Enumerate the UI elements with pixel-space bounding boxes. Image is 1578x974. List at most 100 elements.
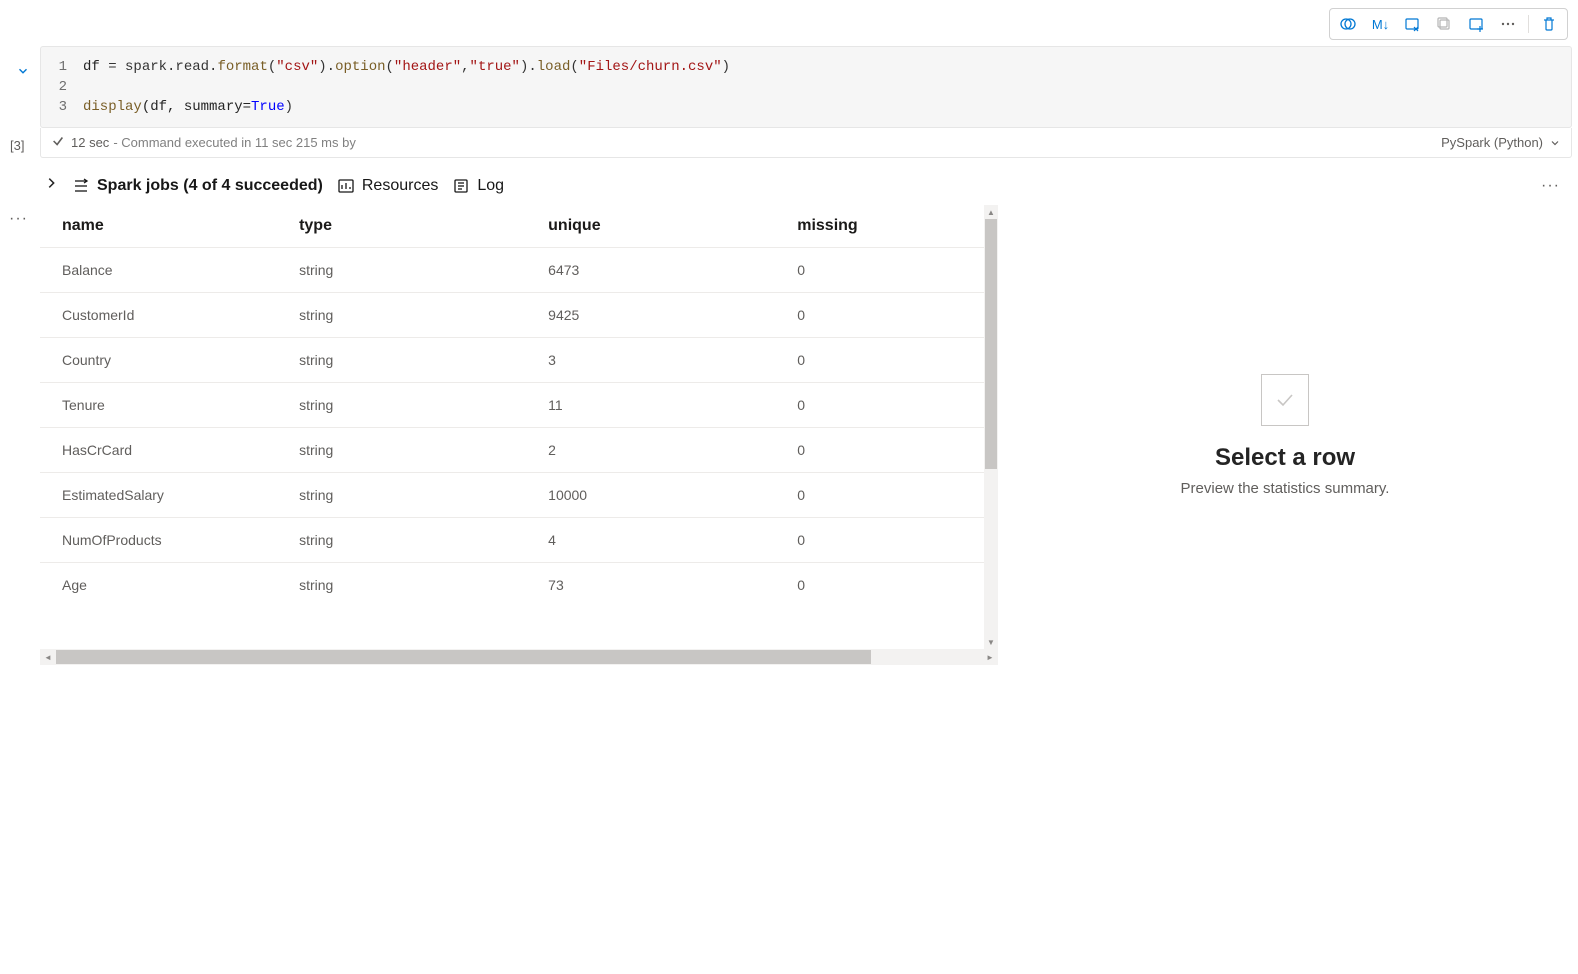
cell-unique: 9425 xyxy=(538,293,787,338)
cell-type: string xyxy=(289,428,538,473)
cell-type: string xyxy=(289,383,538,428)
expand-output-button[interactable] xyxy=(44,176,58,195)
output-more-button[interactable]: ··· xyxy=(1541,177,1568,195)
cell-type: string xyxy=(289,473,538,518)
cell-type: string xyxy=(289,338,538,383)
scroll-up-arrow[interactable]: ▲ xyxy=(984,205,998,219)
scroll-thumb[interactable] xyxy=(56,650,871,664)
exec-time: 12 sec xyxy=(71,135,109,150)
col-missing[interactable]: missing xyxy=(787,205,998,248)
spark-icon xyxy=(72,177,90,195)
markdown-label: M↓ xyxy=(1372,17,1389,32)
language-selector[interactable]: PySpark (Python) xyxy=(1441,135,1561,150)
line-number: 2 xyxy=(51,77,83,97)
cell-unique: 3 xyxy=(538,338,787,383)
scroll-right-arrow[interactable]: ► xyxy=(982,649,998,665)
cell-unique: 6473 xyxy=(538,248,787,293)
cell-missing: 0 xyxy=(787,563,998,608)
cell-missing: 0 xyxy=(787,428,998,473)
cell-missing: 0 xyxy=(787,518,998,563)
cell-name: HasCrCard xyxy=(40,428,289,473)
scroll-down-arrow[interactable]: ▼ xyxy=(984,635,998,649)
output-header: Spark jobs (4 of 4 succeeded) Resources … xyxy=(40,168,1572,203)
more-options-button[interactable] xyxy=(1494,12,1522,36)
line-number: 3 xyxy=(51,97,83,117)
toolbar-separator xyxy=(1528,15,1529,33)
delete-cell-button[interactable] xyxy=(1535,12,1563,36)
copy-cell-button[interactable] xyxy=(1430,12,1458,36)
table-row[interactable]: HasCrCardstring20 xyxy=(40,428,998,473)
spark-jobs-label: Spark jobs (4 of 4 succeeded) xyxy=(97,177,323,195)
chevron-down-icon xyxy=(1549,137,1561,149)
cell-drag-handle[interactable]: ··· xyxy=(9,210,28,228)
add-cell-below-button[interactable] xyxy=(1462,12,1490,36)
summary-table-container: name type unique missing Balancestring64… xyxy=(40,205,998,665)
table-header-row: name type unique missing xyxy=(40,205,998,248)
cell-missing: 0 xyxy=(787,473,998,518)
line-number: 1 xyxy=(51,57,83,77)
cell-type: string xyxy=(289,248,538,293)
table-row[interactable]: NumOfProductsstring40 xyxy=(40,518,998,563)
cell-unique: 11 xyxy=(538,383,787,428)
cell-name: EstimatedSalary xyxy=(40,473,289,518)
table-row[interactable]: EstimatedSalarystring100000 xyxy=(40,473,998,518)
vertical-scrollbar[interactable]: ▲ ▼ xyxy=(984,205,998,649)
col-name[interactable]: name xyxy=(40,205,289,248)
log-label: Log xyxy=(477,177,504,195)
cell-type: string xyxy=(289,293,538,338)
scroll-track[interactable] xyxy=(984,219,998,635)
cell-missing: 0 xyxy=(787,248,998,293)
execution-status-bar: 12 sec - Command executed in 11 sec 215 … xyxy=(40,128,1572,158)
cell-toolbar: M↓ xyxy=(1329,8,1568,40)
cell-name: Country xyxy=(40,338,289,383)
table-row[interactable]: CustomerIdstring94250 xyxy=(40,293,998,338)
collapse-cell-button[interactable] xyxy=(16,64,30,78)
resources-label: Resources xyxy=(362,177,438,195)
col-type[interactable]: type xyxy=(289,205,538,248)
resources-link[interactable]: Resources xyxy=(337,177,438,195)
exec-msg: - Command executed in 11 sec 215 ms by xyxy=(113,135,356,150)
cell-unique: 10000 xyxy=(538,473,787,518)
table-row[interactable]: Agestring730 xyxy=(40,563,998,608)
cell-type: string xyxy=(289,518,538,563)
copilot-icon[interactable] xyxy=(1334,12,1362,36)
cell-name: CustomerId xyxy=(40,293,289,338)
code-line-1: df = spark.read.format("csv").option("he… xyxy=(83,57,730,77)
table-row[interactable]: Tenurestring110 xyxy=(40,383,998,428)
success-check-icon xyxy=(51,134,65,151)
code-editor[interactable]: 1 df = spark.read.format("csv").option("… xyxy=(40,46,1572,128)
cell-missing: 0 xyxy=(787,293,998,338)
preview-subtitle: Preview the statistics summary. xyxy=(1181,480,1390,497)
language-label: PySpark (Python) xyxy=(1441,135,1543,150)
cell-name: Balance xyxy=(40,248,289,293)
results-area: name type unique missing Balancestring64… xyxy=(40,205,1572,665)
delete-output-button[interactable] xyxy=(1398,12,1426,36)
col-unique[interactable]: unique xyxy=(538,205,787,248)
code-line-3: display(df, summary=True) xyxy=(83,97,293,117)
cell-unique: 73 xyxy=(538,563,787,608)
convert-markdown-button[interactable]: M↓ xyxy=(1366,12,1394,36)
resources-icon xyxy=(337,177,355,195)
cell-name: NumOfProducts xyxy=(40,518,289,563)
summary-table: name type unique missing Balancestring64… xyxy=(40,205,998,607)
cell-type: string xyxy=(289,563,538,608)
table-row[interactable]: Countrystring30 xyxy=(40,338,998,383)
cell-name: Age xyxy=(40,563,289,608)
spark-jobs-link[interactable]: Spark jobs (4 of 4 succeeded) xyxy=(72,177,323,195)
preview-check-icon xyxy=(1261,374,1309,426)
scroll-track[interactable] xyxy=(56,649,982,665)
cell-missing: 0 xyxy=(787,338,998,383)
preview-pane: Select a row Preview the statistics summ… xyxy=(998,205,1572,665)
preview-title: Select a row xyxy=(1215,444,1355,472)
log-icon xyxy=(452,177,470,195)
table-row[interactable]: Balancestring64730 xyxy=(40,248,998,293)
horizontal-scrollbar[interactable]: ◄ ► xyxy=(40,649,998,665)
scroll-left-arrow[interactable]: ◄ xyxy=(40,649,56,665)
cell-name: Tenure xyxy=(40,383,289,428)
log-link[interactable]: Log xyxy=(452,177,504,195)
cell-missing: 0 xyxy=(787,383,998,428)
scroll-thumb[interactable] xyxy=(985,219,997,469)
code-cell: 1 df = spark.read.format("csv").option("… xyxy=(6,46,1572,665)
cell-unique: 2 xyxy=(538,428,787,473)
cell-index: [3] xyxy=(10,138,24,153)
